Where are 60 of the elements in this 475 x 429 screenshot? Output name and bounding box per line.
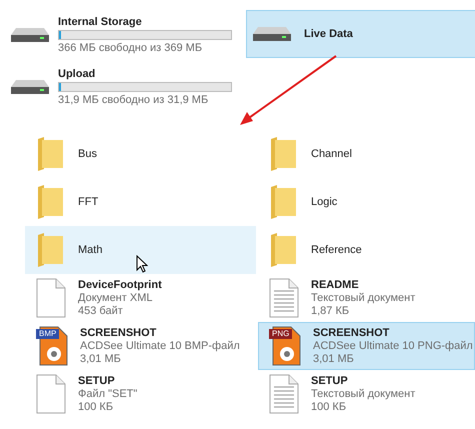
drive-name: Upload [58, 68, 96, 80]
file-type: ACDSee Ultimate 10 PNG-файл [313, 340, 473, 352]
free-space-text: 31,9 МБ свободно из 31,9 МБ [58, 94, 210, 106]
folder-icon [269, 136, 297, 172]
file-type: Текстовый документ [311, 388, 416, 400]
drive-item[interactable]: Upload 31,9 МБ свободно из 31,9 МБ [8, 62, 238, 112]
folder-name: Math [78, 244, 102, 256]
file-type: Текстовый документ [311, 292, 416, 304]
folder-icon [36, 184, 64, 220]
drive-name: Live Data [304, 28, 353, 40]
folder-icon [36, 232, 64, 268]
folder-name: Channel [311, 148, 352, 160]
text-file-icon [269, 374, 299, 414]
folder-name: Bus [78, 148, 97, 160]
free-space-text: 366 МБ свободно из 369 МБ [58, 42, 204, 54]
file-item[interactable]: SETUP Файл "SET" 100 КБ [25, 370, 256, 418]
file-item[interactable]: PNG SCREENSHOT ACDSee Ultimate 10 PNG-файл 3,01 МБ [258, 322, 475, 370]
folder-item[interactable]: Reference [258, 226, 475, 274]
file-type: ACDSee Ultimate 10 BMP-файл [80, 340, 240, 352]
file-size: 453 байт [78, 304, 124, 318]
folder-item[interactable]: Channel [258, 130, 475, 178]
file-type: Файл "SET" [78, 388, 138, 400]
drive-item[interactable]: Internal Storage 366 МБ свободно из 369 МБ [8, 10, 238, 60]
file-name: SCREENSHOT [313, 326, 390, 340]
file-item[interactable]: BMP SCREENSHOT ACDSee Ultimate 10 BMP-файл 3,01 МБ [25, 322, 256, 370]
document-icon [36, 278, 66, 318]
folder-item[interactable]: Bus [25, 130, 256, 178]
mouse-cursor-icon [136, 255, 148, 273]
file-item[interactable]: DeviceFootprint Документ XML 453 байт [25, 274, 256, 322]
file-size: 3,01 МБ [80, 352, 122, 366]
folder-icon [36, 136, 64, 172]
document-icon [36, 374, 66, 414]
file-name: DeviceFootprint [78, 278, 162, 292]
file-size: 3,01 МБ [313, 352, 355, 366]
file-name: SETUP [78, 374, 116, 388]
folder-name: FFT [78, 196, 98, 208]
folder-item[interactable]: Math [25, 226, 256, 274]
folder-icon [269, 184, 297, 220]
folder-icon [269, 232, 297, 268]
file-name: SCREENSHOT [80, 326, 158, 340]
folder-name: Reference [311, 244, 362, 256]
file-size: 100 КБ [311, 400, 348, 414]
folder-name: Logic [311, 196, 338, 208]
file-size: 1,87 КБ [311, 304, 350, 318]
drive-icon [252, 24, 292, 44]
folder-item[interactable]: FFT [25, 178, 256, 226]
file-type-badge: BMP [36, 329, 60, 339]
file-item[interactable]: SETUP Текстовый документ 100 КБ [258, 370, 475, 418]
drive-name: Internal Storage [58, 16, 143, 28]
drive-icon [10, 25, 50, 45]
file-name: SETUP [311, 374, 349, 388]
file-type-badge: PNG [269, 329, 292, 339]
file-name: README [311, 278, 360, 292]
device-item[interactable]: Live Data [246, 10, 475, 58]
file-size: 100 КБ [78, 400, 114, 414]
file-type: Документ XML [78, 292, 154, 304]
file-item[interactable]: README Текстовый документ 1,87 КБ [258, 274, 475, 322]
folder-item[interactable]: Logic [258, 178, 475, 226]
text-file-icon [269, 278, 299, 318]
drive-icon [10, 77, 50, 97]
